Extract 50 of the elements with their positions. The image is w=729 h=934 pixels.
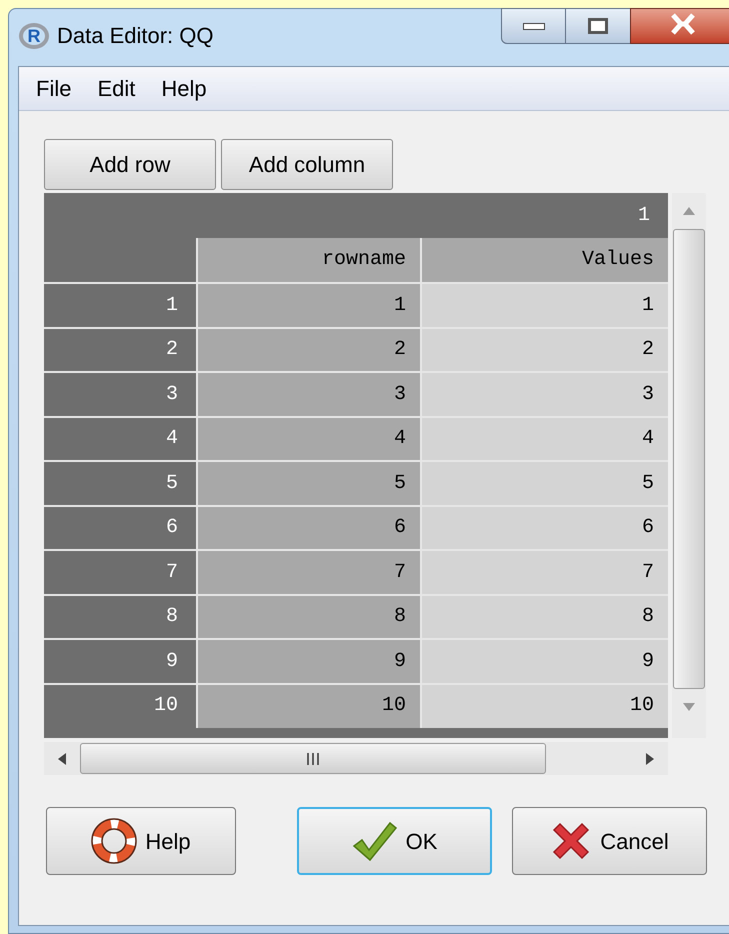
scrollbar-thumb[interactable] [673, 229, 705, 689]
table-cell[interactable]: 7 [196, 551, 420, 594]
scroll-left-icon[interactable] [58, 752, 66, 764]
dialog-button[interactable]: Help [46, 807, 236, 875]
close-button[interactable] [630, 8, 729, 44]
column-header[interactable]: Values [420, 238, 668, 282]
table-cell[interactable]: 6 [196, 506, 420, 550]
table-cell[interactable]: 1 [420, 284, 668, 328]
table-cell[interactable]: 6 [420, 506, 668, 550]
minimize-button[interactable] [501, 8, 566, 44]
table-cell[interactable]: 9 [196, 640, 420, 684]
table-cell[interactable]: 10 [196, 684, 420, 728]
table-cell[interactable]: 2 [196, 328, 420, 372]
grip-icon [307, 752, 319, 764]
menu-item[interactable]: Edit [97, 72, 136, 105]
dialog-button[interactable]: OK [297, 807, 492, 875]
lifebuoy-icon [91, 818, 138, 864]
r-logo-icon: R [19, 22, 49, 48]
table-cell[interactable]: 1 [196, 284, 420, 328]
toolbar-button[interactable]: Add row [44, 139, 216, 190]
table-cell[interactable]: 7 [420, 551, 668, 594]
minimize-icon [522, 22, 544, 30]
table-cell[interactable]: 2 [420, 328, 668, 372]
menu-item[interactable]: Help [161, 72, 207, 105]
table-cell[interactable]: 10 [420, 684, 668, 728]
table-cell[interactable]: 8 [420, 596, 668, 639]
horizontal-scrollbar[interactable] [44, 742, 668, 775]
table-cell[interactable]: 4 [196, 418, 420, 461]
toolbar-button[interactable]: Add column [221, 139, 393, 190]
menu-item[interactable]: File [36, 72, 72, 105]
table-cell[interactable]: 4 [420, 418, 668, 461]
maximize-icon [588, 18, 608, 34]
table-cell[interactable]: 8 [196, 596, 420, 639]
scroll-down-icon[interactable] [683, 703, 695, 711]
column-header[interactable]: rowname [196, 238, 420, 282]
maximize-button[interactable] [566, 8, 630, 44]
table-cell[interactable]: 3 [420, 373, 668, 416]
dialog-button[interactable]: Cancel [512, 807, 707, 875]
window-title: Data Editor: QQ [57, 22, 214, 50]
checkmark-icon [352, 820, 398, 862]
table-cell[interactable]: 3 [196, 373, 420, 416]
vertical-scrollbar[interactable] [672, 193, 706, 738]
close-icon [670, 13, 696, 35]
table-cell[interactable]: 5 [196, 462, 420, 506]
scroll-right-icon[interactable] [646, 752, 654, 764]
scrollbar-thumb[interactable] [80, 743, 546, 774]
table-cell[interactable]: 5 [420, 462, 668, 506]
column-index-label: 1 [638, 202, 650, 228]
scroll-up-icon[interactable] [683, 207, 695, 215]
table-cell[interactable]: 9 [420, 640, 668, 684]
